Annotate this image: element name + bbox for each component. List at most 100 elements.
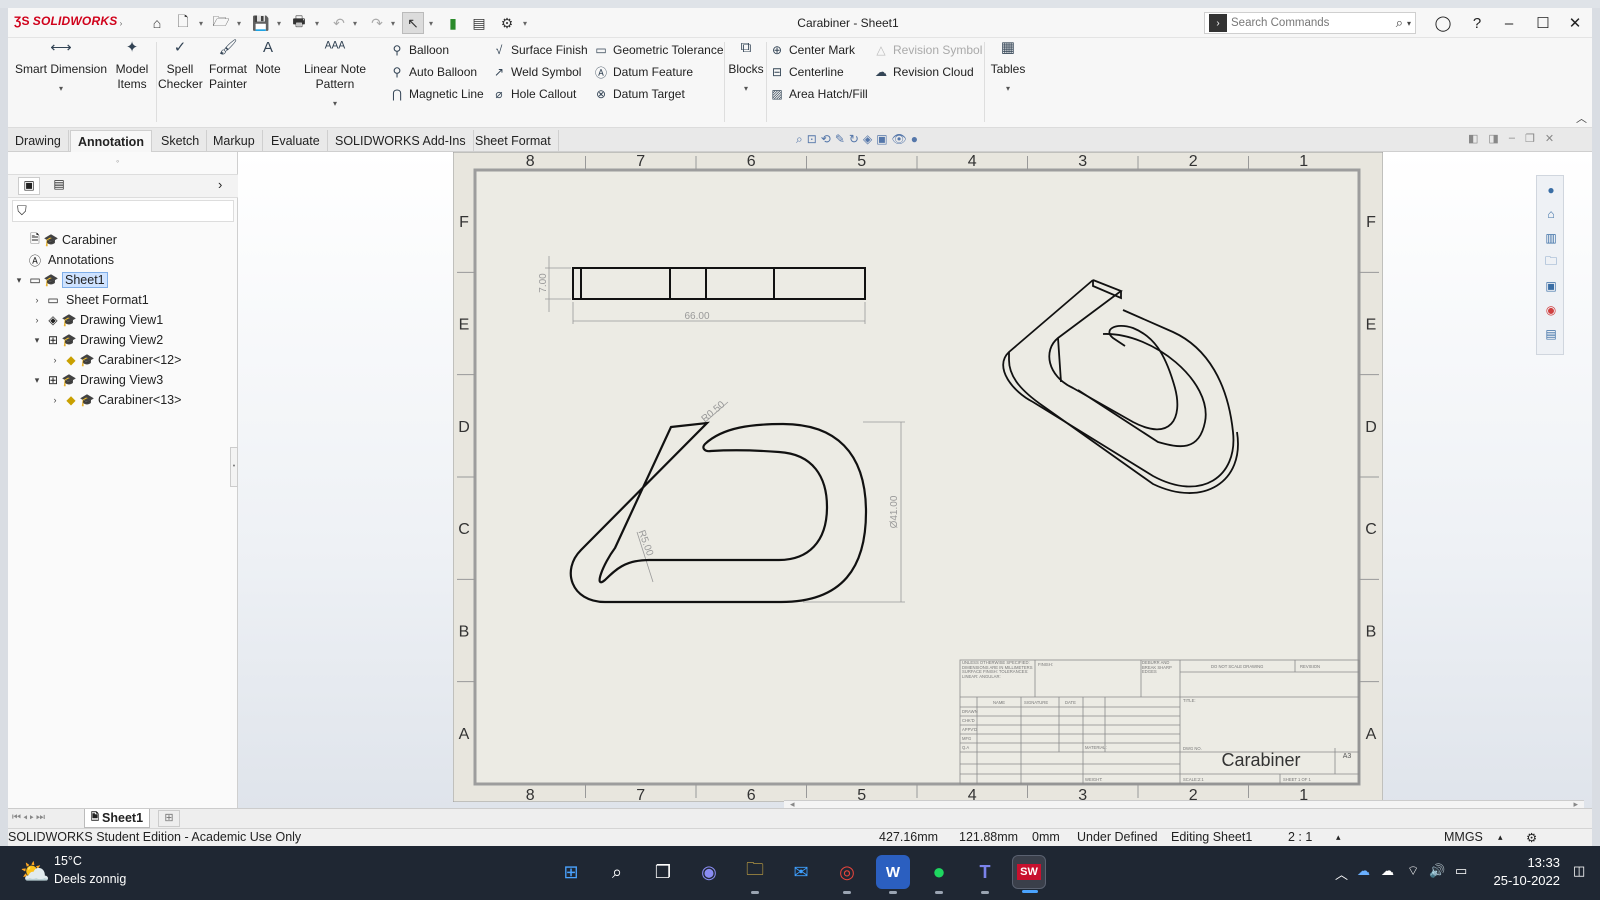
battery-icon[interactable]: ▭: [1455, 863, 1467, 879]
tree-filter-field[interactable]: ⛉: [12, 200, 234, 222]
clock-date[interactable]: 25-10-2022: [1480, 873, 1561, 888]
tree-item-annotations[interactable]: Ⓐ Annotations: [12, 250, 114, 270]
dim-diameter-text[interactable]: Ø41.00: [889, 495, 900, 528]
maximize-button[interactable]: ☐: [1528, 12, 1558, 34]
mail-icon[interactable]: ✉: [784, 855, 818, 889]
close-button[interactable]: ✕: [1560, 12, 1590, 34]
tab-solidworks-add-ins[interactable]: SOLIDWORKS Add-Ins: [328, 130, 474, 152]
scale-menu-icon[interactable]: ▴: [1336, 832, 1341, 843]
redo-icon[interactable]: ↷: [366, 12, 388, 34]
previous-view-icon[interactable]: ⟲: [821, 132, 831, 148]
datum-feature-button[interactable]: Ⓐ Datum Feature: [592, 62, 693, 82]
tree-item-sheet1[interactable]: ▾ ▭ 🎓 Sheet1: [12, 270, 108, 290]
geometric-tolerance-button[interactable]: ▭ Geometric Tolerance: [592, 40, 723, 60]
format-painter-button[interactable]: 🖌 Format Painter: [204, 40, 252, 92]
volume-icon[interactable]: 🔊: [1429, 863, 1445, 879]
options-dropdown-icon[interactable]: ▾: [520, 12, 530, 34]
note-pattern-dropdown-icon[interactable]: ▾: [284, 96, 386, 111]
quick-tips-icon[interactable]: ⚙: [1526, 830, 1537, 845]
expand-arrow-icon[interactable]: ›: [30, 295, 44, 305]
tree-item-sheet-format[interactable]: › ▭ Sheet Format1: [30, 290, 149, 310]
auto-balloon-button[interactable]: ⚲ Auto Balloon: [388, 62, 477, 82]
new-document-icon[interactable]: 🗋: [172, 12, 194, 34]
collapse-arrow-icon[interactable]: ▾: [30, 375, 44, 386]
tab-sketch[interactable]: Sketch: [154, 130, 208, 152]
search-icon[interactable]: ⌕: [1396, 15, 1403, 31]
show-hidden-icons-icon[interactable]: ︿: [1335, 864, 1348, 883]
teams-icon[interactable]: T: [968, 855, 1002, 894]
hide-show-icon[interactable]: 👁: [892, 132, 907, 148]
wifi-icon[interactable]: ⌔: [1407, 863, 1419, 879]
search-dropdown-icon[interactable]: ▾: [1407, 19, 1411, 28]
rotate-icon[interactable]: ↻: [849, 132, 859, 148]
tab-drawing[interactable]: Drawing: [8, 130, 69, 152]
print-icon[interactable]: 🖶: [288, 12, 310, 34]
panel-splitter-handle[interactable]: •: [230, 447, 238, 487]
tree-item-carabiner-13[interactable]: › ◆ 🎓 Carabiner<13>: [48, 390, 182, 410]
display-style-icon[interactable]: ▣: [876, 132, 887, 148]
note-button[interactable]: A Note: [254, 40, 282, 77]
revision-symbol-button[interactable]: △ Revision Symbol: [872, 40, 982, 60]
property-manager-icon[interactable]: ▤: [48, 177, 70, 195]
tables-button[interactable]: ▦ Tables ▾: [988, 40, 1028, 96]
select-pointer-icon[interactable]: ↖: [402, 12, 424, 34]
tab-annotation[interactable]: Annotation: [70, 130, 152, 152]
custom-properties-icon[interactable]: ▤: [1541, 324, 1561, 344]
model-items-button[interactable]: ✦ Model Items: [110, 40, 154, 92]
search-input[interactable]: Search Commands: [1231, 17, 1396, 29]
tree-item-drawing-view1[interactable]: › ◈ 🎓 Drawing View1: [30, 310, 164, 330]
tb-title[interactable]: Carabiner: [1221, 750, 1300, 770]
linear-note-pattern-button[interactable]: ᴬᴬᴬ Linear Note Pattern ▾: [284, 40, 386, 111]
home-icon[interactable]: ⌂: [1541, 204, 1561, 224]
appearances-icon[interactable]: ◉: [1541, 300, 1561, 320]
collapse-arrow-icon[interactable]: ▾: [30, 335, 44, 346]
help-icon[interactable]: ?: [1462, 12, 1492, 34]
user-account-icon[interactable]: ◯: [1428, 12, 1458, 34]
sheet-tab-sheet1[interactable]: 🗎 Sheet1: [84, 809, 151, 828]
hole-callout-button[interactable]: ⌀ Hole Callout: [490, 84, 576, 104]
tree-item-drawing-view3[interactable]: ▾ ⊞ 🎓 Drawing View3: [30, 370, 163, 390]
dim-length-text[interactable]: 66.00: [684, 311, 709, 322]
home-icon[interactable]: ⌂: [146, 12, 168, 34]
spotify-icon[interactable]: ●: [922, 855, 956, 894]
cloud-icon[interactable]: ☁: [1381, 863, 1394, 879]
solidworks-logo[interactable]: ƷS SOLIDWORKS: [14, 14, 117, 28]
solidworks-taskbar-button[interactable]: SW: [1012, 855, 1046, 893]
datum-target-button[interactable]: ⊗ Datum Target: [592, 84, 685, 104]
expand-panel-icon[interactable]: ›: [218, 177, 222, 192]
word-icon[interactable]: W: [876, 855, 910, 894]
tab-evaluate[interactable]: Evaluate: [264, 130, 328, 152]
tile-right-icon[interactable]: ◨: [1488, 132, 1498, 145]
search-icon[interactable]: ⌕: [600, 855, 634, 889]
spell-checker-button[interactable]: ✓ Spell Checker: [158, 40, 203, 92]
select-dropdown-icon[interactable]: ▾: [426, 12, 436, 34]
sheet-scale[interactable]: 2 : 1: [1288, 830, 1312, 844]
search-commands-box[interactable]: › Search Commands ⌕ ▾: [1204, 12, 1416, 34]
panel-grip-icon[interactable]: ◦: [116, 156, 119, 166]
doc-close-icon[interactable]: ✕: [1545, 132, 1554, 145]
add-sheet-icon[interactable]: ⊞: [158, 810, 180, 827]
save-icon[interactable]: 💾: [250, 12, 272, 34]
undo-icon[interactable]: ↶: [328, 12, 350, 34]
expand-arrow-icon[interactable]: ›: [48, 395, 62, 405]
doc-restore-icon[interactable]: ❐: [1525, 132, 1535, 145]
weld-symbol-button[interactable]: ↗ Weld Symbol: [490, 62, 582, 82]
file-explorer-icon[interactable]: 🗀: [738, 855, 772, 894]
balloon-button[interactable]: ⚲ Balloon: [388, 40, 449, 60]
chrome-icon[interactable]: ◎: [830, 855, 864, 894]
redo-dropdown-icon[interactable]: ▾: [388, 12, 398, 34]
traffic-light-icon[interactable]: ▮: [442, 12, 464, 34]
units-menu-icon[interactable]: ▴: [1498, 832, 1503, 843]
smart-dimension-button[interactable]: ⟷ Smart Dimension ▾: [12, 40, 110, 96]
unit-system[interactable]: MMGS: [1444, 830, 1483, 844]
tree-item-drawing-view2[interactable]: ▾ ⊞ 🎓 Drawing View2: [30, 330, 163, 350]
collapse-ribbon-icon[interactable]: ︿: [1576, 110, 1587, 126]
feature-manager-tree-icon[interactable]: ▣: [18, 177, 40, 195]
expand-arrow-icon[interactable]: ›: [48, 355, 62, 365]
appearance-icon[interactable]: ●: [911, 132, 918, 148]
undo-dropdown-icon[interactable]: ▾: [350, 12, 360, 34]
zoom-to-area-icon[interactable]: ⊡: [807, 132, 817, 148]
file-explorer-icon[interactable]: 🗀: [1541, 252, 1561, 272]
dim-height-text[interactable]: 7.00: [538, 273, 549, 293]
doc-minimize-icon[interactable]: –: [1509, 132, 1515, 145]
